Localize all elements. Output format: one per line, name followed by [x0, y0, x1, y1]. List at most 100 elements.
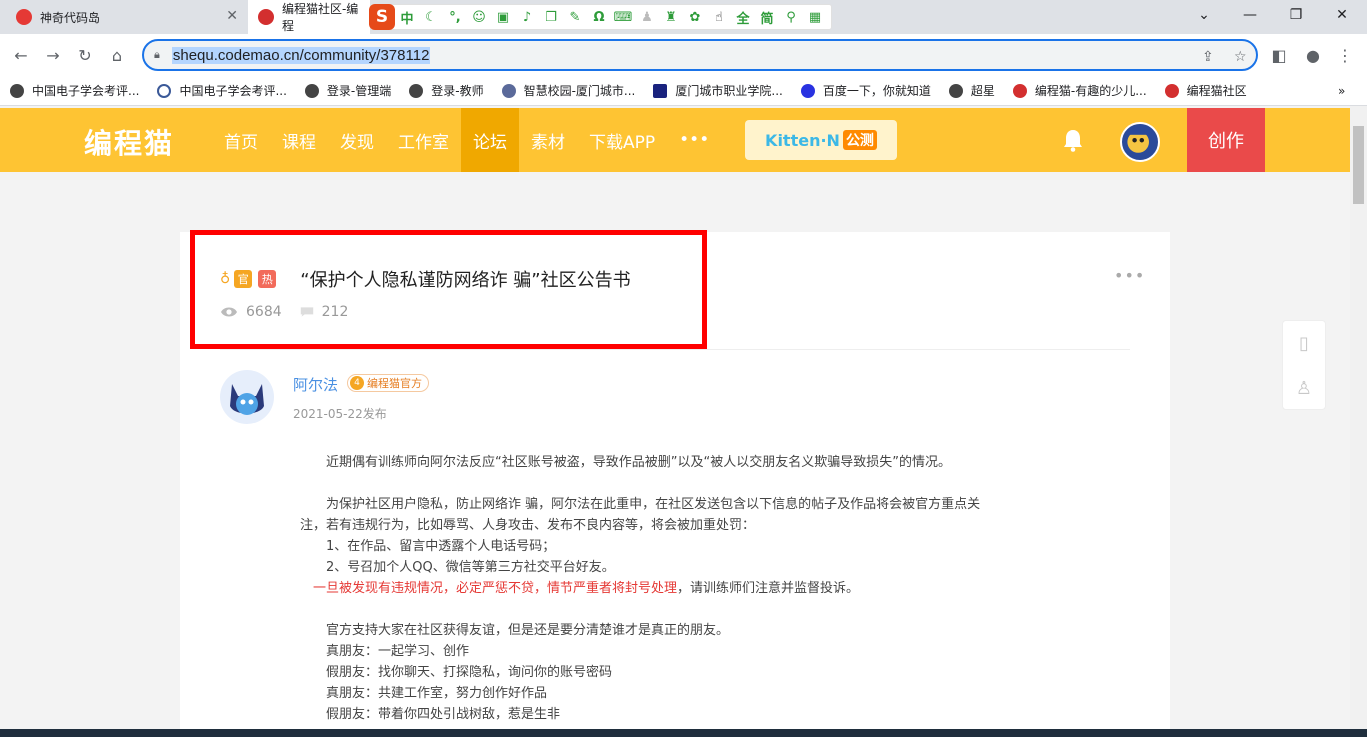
nav-forum[interactable]: 论坛: [461, 108, 519, 172]
more-options-icon[interactable]: •••: [1114, 266, 1145, 285]
create-button[interactable]: 创作: [1187, 108, 1265, 172]
moon-icon[interactable]: ☾: [419, 6, 443, 28]
bookmark-item[interactable]: 百度一下，你就知道: [800, 82, 931, 99]
bookmarks-bar: 中国电子学会考评... 中国电子学会考评... 登录-管理端 登录-教师 智慧校…: [0, 76, 1367, 106]
body-paragraph: 假朋友：找你聊天、打探隐私，询问你的账号密码: [300, 665, 613, 680]
close-window-icon[interactable]: ✕: [1319, 0, 1365, 30]
main-nav: 首页 课程 发现 工作室 论坛 素材 下载APP •••: [212, 108, 721, 172]
author-tag-label: 编程猫官方: [367, 377, 422, 390]
browser-tab-bar: 神奇代码岛 ✕ 编程猫社区-编程 S 中 ☾ °, ☺ ▣ ♪ ❐ ✎ Ω ⌨ …: [0, 0, 1367, 34]
site-logo[interactable]: 编程猫: [84, 122, 174, 162]
forward-icon[interactable]: →: [40, 42, 66, 68]
nav-discover[interactable]: 发现: [328, 108, 386, 172]
beta-badge: 公测: [842, 130, 877, 150]
nav-download-app[interactable]: 下载APP: [577, 108, 667, 172]
divider: [220, 349, 1130, 350]
back-icon[interactable]: ←: [8, 42, 34, 68]
lock-icon[interactable]: 🔒︎: [154, 48, 160, 62]
minimize-icon[interactable]: —: [1227, 0, 1273, 30]
copy-icon[interactable]: ❐: [539, 6, 563, 28]
punctuation-icon[interactable]: °,: [443, 6, 467, 28]
codemao-favicon-icon: [258, 9, 274, 25]
bookmark-label: 编程猫-有趣的少儿...: [1034, 84, 1147, 98]
baidu-icon: [800, 83, 815, 98]
toolbox-icon[interactable]: ✿: [683, 6, 707, 28]
codemao-icon: [1012, 83, 1027, 98]
home-icon[interactable]: ⌂: [104, 42, 130, 68]
user-avatar[interactable]: [1120, 122, 1160, 162]
grid-icon[interactable]: ▦: [803, 6, 827, 28]
shirt-icon[interactable]: ♜: [659, 6, 683, 28]
ime-toolbar: S 中 ☾ °, ☺ ▣ ♪ ❐ ✎ Ω ⌨ ♟ ♜ ✿ ☝ 全 简 ⚲ ▦: [369, 4, 832, 30]
ime-full-width[interactable]: 全: [731, 6, 755, 28]
feedback-bell-icon[interactable]: ♙: [1283, 366, 1325, 411]
body-paragraph: 注，若有违规行为，比如辱骂、人身攻击、发布不良内容等，将会被加重处罚：: [300, 518, 756, 533]
post-body: 近期偶有训练师向阿尔法反应“社区账号被盗，导致作品被删”以及“被人以交朋友名义欺…: [300, 452, 1060, 725]
bookmark-label: 百度一下，你就知道: [822, 84, 931, 98]
bookmark-item[interactable]: 智慧校园-厦门城市...: [501, 82, 635, 99]
scrollbar-thumb[interactable]: [1353, 126, 1364, 204]
body-paragraph: 1、在作品、留言中透露个人电话号码；: [300, 539, 556, 554]
nav-materials[interactable]: 素材: [519, 108, 577, 172]
bookmarks-overflow-icon[interactable]: »: [1338, 84, 1345, 98]
chat-icon[interactable]: ▣: [491, 6, 515, 28]
restore-icon[interactable]: ❐: [1273, 0, 1319, 30]
codemao-icon: [1164, 83, 1179, 98]
warning-rest-text: ，请训练师们注意并监督投诉。: [677, 581, 860, 596]
search-icon[interactable]: ⚲: [779, 6, 803, 28]
url-text[interactable]: shequ.codemao.cn/community/378112: [171, 46, 431, 64]
bookmark-item[interactable]: 中国电子学会考评...: [157, 82, 287, 99]
nav-more[interactable]: •••: [667, 108, 721, 172]
bookmark-item[interactable]: 超星: [948, 82, 995, 99]
mobile-icon[interactable]: ▯: [1283, 321, 1325, 366]
tab-shenqi[interactable]: 神奇代码岛 ✕: [0, 0, 246, 34]
warning-red-text: 一旦被发现有违规情况，必定严惩不贷，情节严重者将封号处理: [313, 581, 678, 596]
profile-icon[interactable]: ●: [1300, 42, 1326, 68]
pen-icon[interactable]: ✎: [563, 6, 587, 28]
bookmark-item[interactable]: 厦门城市职业学院...: [653, 82, 783, 99]
bookmark-label: 中国电子学会考评...: [32, 84, 140, 98]
menu-icon[interactable]: ⋮: [1332, 42, 1358, 68]
mic-icon[interactable]: ♪: [515, 6, 539, 28]
bookmark-item[interactable]: 编程猫社区: [1164, 82, 1247, 99]
nav-courses[interactable]: 课程: [270, 108, 328, 172]
reload-icon[interactable]: ↻: [72, 42, 98, 68]
bookmark-item[interactable]: 登录-管理端: [304, 82, 391, 99]
body-paragraph: 真朋友：一起学习、创作: [300, 644, 470, 659]
sidebar-icon[interactable]: ◧: [1266, 42, 1292, 68]
bookmark-item[interactable]: 登录-教师: [409, 82, 484, 99]
ime-chinese-mode[interactable]: 中: [395, 6, 419, 28]
keyboard-icon[interactable]: ⌨: [611, 6, 635, 28]
kitten-n-button[interactable]: Kitten·N 公测: [745, 120, 897, 160]
tab-search-icon[interactable]: ⌄: [1181, 0, 1227, 30]
nav-studio[interactable]: 工作室: [386, 108, 461, 172]
bookmark-item[interactable]: 中国电子学会考评...: [10, 82, 139, 99]
share-icon[interactable]: ⇪: [1202, 49, 1214, 65]
bookmark-label: 编程猫社区: [1186, 84, 1247, 98]
tab-codemao[interactable]: 编程猫社区-编程: [248, 0, 370, 34]
body-paragraph: 2、号召加个人QQ、微信等第三方社交平台好友。: [300, 560, 615, 575]
sogou-logo-icon[interactable]: S: [369, 4, 395, 30]
bookmark-item[interactable]: 编程猫-有趣的少儿...: [1012, 82, 1147, 99]
bookmark-star-icon[interactable]: ☆: [1234, 49, 1247, 65]
tab-label: 神奇代码岛: [40, 10, 101, 25]
nav-home[interactable]: 首页: [212, 108, 270, 172]
level-badge: 4: [350, 376, 364, 390]
cursor-icon: ☝: [715, 9, 723, 25]
bell-icon[interactable]: [1062, 128, 1084, 152]
side-toolbar: ▯ ♙: [1282, 320, 1326, 410]
author-avatar[interactable]: [220, 370, 274, 424]
author-name[interactable]: 阿尔法: [293, 374, 338, 395]
browser-toolbar: ← → ↻ ⌂ 🔒︎ shequ.codemao.cn/community/37…: [0, 34, 1367, 76]
emoji-icon[interactable]: ☺: [467, 6, 491, 28]
user-icon[interactable]: ♟: [635, 6, 659, 28]
address-bar[interactable]: 🔒︎ shequ.codemao.cn/community/378112 ⇪ ☆: [142, 39, 1258, 71]
ime-simplified[interactable]: 简: [755, 6, 779, 28]
body-paragraph: [300, 599, 1060, 620]
tab-label: 编程猫社区-编程: [281, 2, 359, 33]
bookmark-label: 超星: [970, 84, 995, 98]
close-icon[interactable]: ✕: [226, 8, 238, 24]
bookmark-label: 中国电子学会考评...: [179, 84, 287, 98]
omega-icon[interactable]: Ω: [587, 6, 611, 28]
bookmark-label: 登录-教师: [431, 84, 484, 98]
